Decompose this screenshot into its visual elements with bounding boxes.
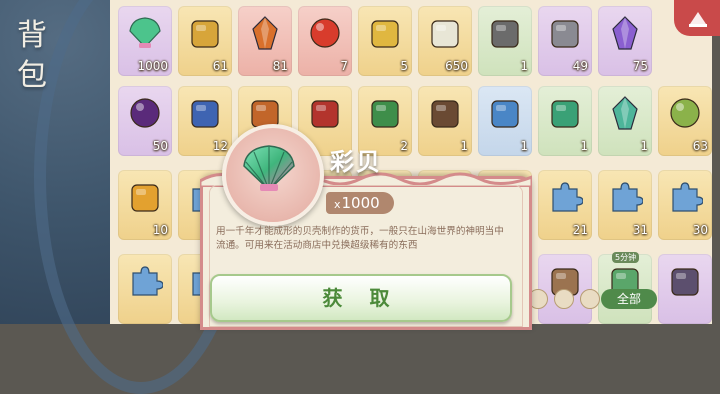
inventory-slot[interactable]: 31 — [598, 170, 652, 240]
exit-icon — [689, 12, 707, 27]
green-book-icon — [371, 100, 399, 128]
item-description: 用一千年才能成形的贝壳制作的货币，一般只在山海世界的神明当中流通。可用来在活动商… — [216, 226, 504, 251]
obtain-button[interactable]: 获 取 — [210, 274, 512, 322]
item-count: 2 — [400, 139, 408, 153]
blue-token-icon — [491, 100, 519, 128]
inventory-slot[interactable]: 75 — [598, 6, 652, 76]
inventory-slot[interactable]: 7 — [298, 6, 352, 76]
inventory-slot[interactable] — [118, 254, 172, 324]
item-count: 1 — [520, 59, 528, 73]
item-name: 彩贝 — [330, 148, 382, 176]
puzzle-piece-icon — [552, 182, 583, 212]
puzzle-piece-icon — [612, 182, 643, 212]
sidebar: 背 包 — [0, 0, 248, 394]
inventory-slot[interactable]: 63 — [658, 86, 712, 156]
item-count: 75 — [632, 59, 648, 73]
sort-tool-icon[interactable] — [580, 289, 600, 309]
inventory-slot[interactable]: 21 — [538, 170, 592, 240]
inventory-slot[interactable]: 49 — [538, 6, 592, 76]
quantity-value: 1000 — [341, 194, 380, 212]
teal-crystal-icon — [612, 96, 638, 130]
inventory-slot[interactable]: 1 — [478, 86, 532, 156]
item-count: 30 — [692, 223, 708, 237]
item-portrait — [222, 124, 324, 226]
inventory-slot[interactable]: 1 — [418, 86, 472, 156]
item-count: 10 — [152, 223, 168, 237]
dark-spirit-icon — [671, 268, 699, 296]
item-count: 50 — [152, 139, 168, 153]
stone-pile-icon — [551, 20, 579, 48]
puzzle-piece-icon — [132, 266, 163, 296]
inventory-slot[interactable]: 650 — [418, 6, 472, 76]
dark-orb-icon — [130, 98, 160, 128]
page-title: 背 包 — [14, 16, 50, 96]
item-count: 1000 — [137, 59, 168, 73]
timer-badge: 5分钟 — [612, 252, 640, 263]
quantity-prefix: x — [334, 198, 341, 211]
golden-trinket-icon — [191, 20, 219, 48]
amber-lantern-icon — [131, 184, 159, 212]
rainbow-shell-icon — [243, 145, 295, 192]
filter-all-button[interactable]: 全部 — [601, 289, 657, 309]
ore-bag-icon — [491, 20, 519, 48]
item-count: 31 — [632, 223, 648, 237]
inventory-slot[interactable]: 1000 — [118, 6, 172, 76]
inventory-slot[interactable] — [658, 254, 712, 324]
rainbow-shell-icon — [129, 17, 161, 48]
amber-crystal-icon — [252, 16, 278, 50]
item-count: 21 — [572, 223, 588, 237]
inventory-slot[interactable]: 1 — [598, 86, 652, 156]
item-count: 1 — [640, 139, 648, 153]
item-count: 49 — [572, 59, 588, 73]
inventory-slot[interactable]: 50 — [118, 86, 172, 156]
purple-crystal-icon — [612, 16, 638, 50]
red-orb-icon — [310, 18, 340, 48]
item-count: 650 — [445, 59, 468, 73]
item-count: 1 — [460, 139, 468, 153]
inventory-slot[interactable]: 5 — [358, 6, 412, 76]
gold-ingot-icon — [371, 20, 399, 48]
item-count: 7 — [340, 59, 348, 73]
page-title-line2: 包 — [17, 58, 47, 93]
item-count: 61 — [212, 59, 228, 73]
item-quantity: x1000 — [326, 192, 394, 214]
inventory-slot[interactable]: 30 — [658, 170, 712, 240]
inventory-slot[interactable]: 1 — [538, 86, 592, 156]
item-count: 81 — [272, 59, 288, 73]
fruit-icon — [670, 98, 700, 128]
puzzle-piece-icon — [672, 182, 703, 212]
item-count: 1 — [580, 139, 588, 153]
inventory-slot[interactable]: 81 — [238, 6, 292, 76]
inventory-slot[interactable]: 61 — [178, 6, 232, 76]
porcelain-vase-icon — [191, 100, 219, 128]
jade-token-icon — [551, 100, 579, 128]
rice-bowl-icon — [431, 20, 459, 48]
inventory-slot[interactable]: 12 — [178, 86, 232, 156]
item-count: 1 — [520, 139, 528, 153]
page-title-line1: 背 — [17, 18, 47, 53]
close-button[interactable] — [674, 0, 720, 36]
red-letter-icon — [311, 100, 339, 128]
brown-book-icon — [431, 100, 459, 128]
inventory-slot[interactable]: 10 — [118, 170, 172, 240]
item-count: 63 — [692, 139, 708, 153]
settings-tool-icon[interactable] — [554, 289, 574, 309]
item-count: 12 — [212, 139, 228, 153]
inventory-slot[interactable]: 1 — [478, 6, 532, 76]
item-count: 5 — [400, 59, 408, 73]
